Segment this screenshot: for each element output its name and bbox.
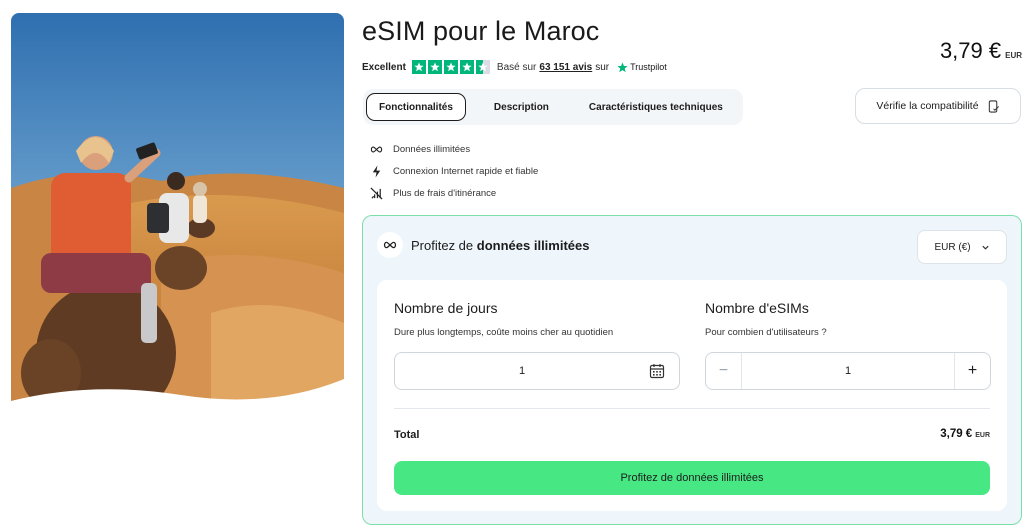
rating-label: Excellent	[362, 61, 406, 73]
star-icon	[459, 60, 474, 74]
offer-title-prefix: Profitez de	[411, 237, 474, 253]
esims-subtitle: Pour combien d'utilisateurs ?	[705, 327, 827, 338]
currency-select[interactable]: EUR (€)	[917, 230, 1007, 264]
trustpilot-name: Trustpilot	[630, 62, 667, 72]
total-label: Total	[394, 429, 420, 441]
total-value: 3,79 € EUR	[940, 428, 990, 440]
tab-description[interactable]: Description	[482, 93, 561, 121]
hero-image	[11, 13, 344, 413]
days-value: 1	[518, 365, 526, 377]
days-title: Nombre de jours	[394, 300, 498, 316]
feature-item: Données illimitées	[369, 138, 538, 160]
total-currency: EUR	[975, 432, 990, 439]
esims-title: Nombre d'eSIMs	[705, 300, 809, 316]
feature-label: Données illimitées	[393, 143, 471, 155]
divider	[394, 408, 990, 409]
tab-bar: Fonctionnalités Description Caractéristi…	[363, 89, 743, 125]
offer-title: Profitez de données illimitées	[411, 238, 589, 253]
increment-button[interactable]: +	[954, 353, 990, 389]
half-star-icon	[475, 60, 490, 74]
offer-header: Profitez de données illimitées	[377, 232, 589, 258]
check-compatibility-button[interactable]: Vérifie la compatibilité	[855, 88, 1021, 124]
esims-stepper: − 1 +	[705, 352, 991, 390]
tab-caracteristiques[interactable]: Caractéristiques techniques	[577, 93, 735, 121]
rating-on: sur	[595, 61, 610, 73]
days-field[interactable]: 1	[394, 352, 680, 390]
star-icon	[443, 60, 458, 74]
lightning-icon	[369, 164, 383, 178]
phone-check-icon	[988, 99, 999, 113]
feature-item: Connexion Internet rapide et fiable	[369, 160, 538, 182]
price-amount: 3,79 €	[939, 38, 1002, 63]
tab-fonctionnalites[interactable]: Fonctionnalités	[366, 93, 466, 121]
calendar-icon[interactable]	[649, 363, 665, 379]
chevron-down-icon	[981, 245, 989, 250]
no-roaming-icon	[369, 186, 383, 200]
trustpilot-rating: Excellent Basé sur 63 151 avis sur Trust…	[362, 60, 667, 74]
price-currency: EUR	[1005, 51, 1022, 60]
days-subtitle: Dure plus longtemps, coûte moins cher au…	[394, 327, 614, 338]
infinity-icon	[377, 232, 403, 258]
compat-label: Vérifie la compatibilité	[876, 100, 979, 112]
offer-panel: Profitez de données illimitées EUR (€) N…	[362, 215, 1022, 525]
trustpilot-logo: Trustpilot	[617, 62, 667, 73]
feature-list: Données illimitées Connexion Internet ra…	[369, 138, 538, 204]
currency-value: EUR (€)	[934, 241, 971, 253]
infinity-icon	[369, 142, 383, 156]
order-card: Nombre de jours Dure plus longtemps, coû…	[377, 280, 1007, 511]
esims-value[interactable]: 1	[742, 365, 954, 377]
offer-title-bold: données illimitées	[476, 237, 590, 253]
star-icon	[427, 60, 442, 74]
star-icon	[411, 60, 426, 74]
rating-stars	[411, 60, 490, 74]
feature-label: Plus de frais d'itinérance	[393, 187, 497, 199]
wave-mask	[11, 379, 344, 413]
trustpilot-star-icon	[617, 62, 628, 72]
reviews-count-link[interactable]: 63 151 avis	[539, 62, 592, 73]
feature-label: Connexion Internet rapide et fiable	[393, 165, 539, 177]
product-price: 3,79 € EUR	[940, 38, 1022, 64]
buy-button[interactable]: Profitez de données illimitées	[394, 461, 990, 495]
feature-item: Plus de frais d'itinérance	[369, 182, 538, 204]
page-title: eSIM pour le Maroc	[362, 16, 600, 46]
rating-based-on: Basé sur	[496, 61, 537, 73]
desert-camel-illustration	[11, 13, 344, 413]
decrement-button[interactable]: −	[706, 353, 742, 389]
total-amount: 3,79 €	[940, 428, 973, 440]
